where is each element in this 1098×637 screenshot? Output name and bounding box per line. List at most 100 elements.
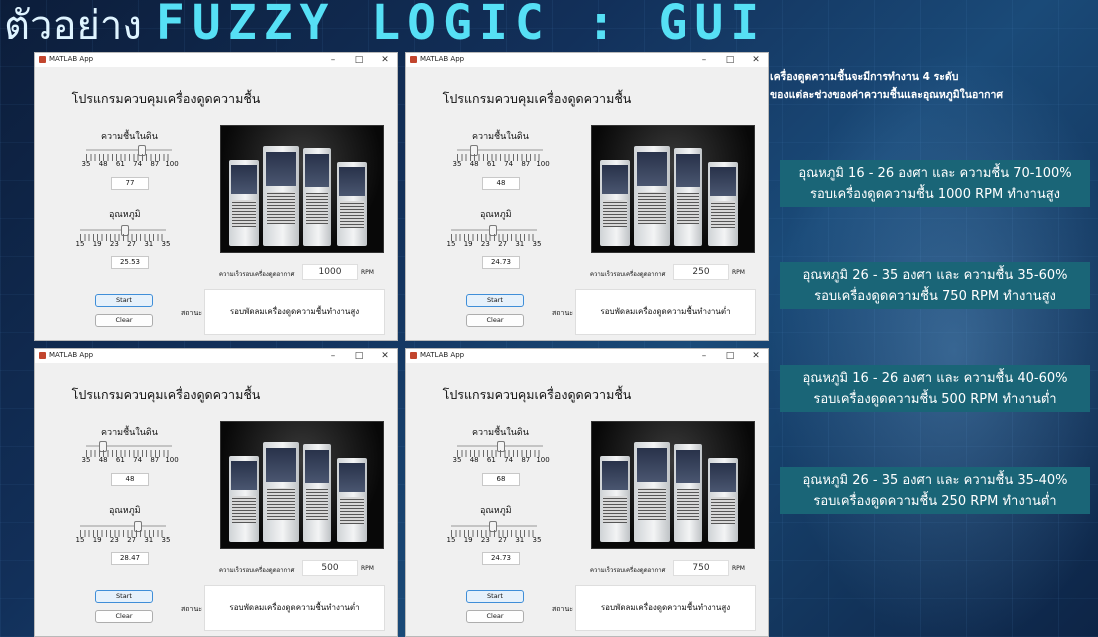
- temperature-value-field[interactable]: 28.47: [111, 552, 149, 565]
- temp-tick-label: 27: [498, 536, 508, 544]
- fan-speed-unit: RPM: [732, 269, 745, 276]
- dehumidifier-unit: [634, 146, 670, 246]
- slider-tick-labels: 35 48 61 74 87 100: [81, 456, 179, 465]
- humidity-tick-label: 61: [486, 456, 496, 464]
- maximize-icon[interactable]: □: [718, 53, 742, 67]
- minimize-icon[interactable]: –: [692, 53, 716, 67]
- temp-tick-label: 35: [532, 240, 542, 248]
- dehumidifier-unit: [263, 442, 299, 542]
- humidity-label: ความชื้นในดิน: [101, 428, 158, 438]
- humidity-slider[interactable]: 35 48 61 74 87 100: [82, 145, 179, 169]
- temp-tick-label: 23: [480, 536, 490, 544]
- maximize-icon[interactable]: □: [347, 53, 371, 67]
- close-icon[interactable]: ✕: [744, 53, 768, 67]
- clear-button[interactable]: Clear: [95, 610, 153, 623]
- temp-tick-label: 19: [92, 240, 102, 248]
- dehumidifier-unit: [600, 456, 630, 542]
- humidity-slider[interactable]: 35 48 61 74 87 100: [81, 441, 179, 465]
- humidity-slider[interactable]: 35 48 61 74 87 100: [452, 441, 550, 465]
- dehumidifier-unit: [229, 160, 259, 246]
- matlab-icon: [39, 56, 46, 63]
- rule-result: รอบเครื่องดูดความชื้น 250 RPM ทำงานต่ำ: [813, 493, 1057, 509]
- dehumidifier-unit: [263, 146, 299, 246]
- close-icon[interactable]: ✕: [744, 349, 768, 363]
- temp-tick-label: 23: [109, 240, 119, 248]
- fan-speed-label: ความเร็วรอบเครื่องดูดอากาศ: [219, 567, 295, 574]
- temperature-slider[interactable]: 15 19 23 27 31 35: [75, 521, 170, 545]
- temp-tick-label: 31: [515, 536, 525, 544]
- temp-tick-label: 15: [446, 536, 456, 544]
- humidity-tick-label: 35: [81, 456, 91, 464]
- humidity-label: ความชื้นในดิน: [472, 132, 529, 142]
- humidity-slider[interactable]: 35 48 61 74 87 100: [453, 145, 550, 169]
- app-body: โปรแกรมควบคุมเครื่องดูดความชื้น ความชื้น…: [406, 363, 768, 636]
- clear-button[interactable]: Clear: [466, 314, 524, 327]
- clear-button[interactable]: Clear: [95, 314, 153, 327]
- start-button[interactable]: Start: [466, 294, 524, 307]
- fan-speed-field[interactable]: 1000: [302, 264, 358, 280]
- minimize-icon[interactable]: –: [321, 349, 345, 363]
- start-button[interactable]: Start: [95, 294, 153, 307]
- humidity-tick-label: 100: [165, 456, 179, 464]
- status-label: สถานะ: [181, 605, 202, 613]
- fan-speed-field[interactable]: 500: [302, 560, 358, 576]
- status-label: สถานะ: [181, 309, 202, 317]
- clear-button[interactable]: Clear: [466, 610, 524, 623]
- temperature-value-field[interactable]: 24.73: [482, 256, 520, 269]
- humidity-value-field[interactable]: 77: [111, 177, 149, 190]
- temperature-value-field[interactable]: 25.53: [111, 256, 149, 269]
- humidity-tick-label: 74: [133, 456, 143, 464]
- dehumidifier-unit: [303, 148, 331, 246]
- humidity-tick-label: 35: [452, 456, 462, 464]
- status-display: รอบพัดลมเครื่องดูดความชื้นทำงานต่ำ: [204, 585, 385, 631]
- matlab-app-window: MATLAB App – □ ✕ โปรแกรมควบคุมเครื่องดูด…: [405, 52, 769, 341]
- temp-tick-label: 15: [75, 536, 85, 544]
- minimize-icon[interactable]: –: [692, 349, 716, 363]
- close-icon[interactable]: ✕: [373, 53, 397, 67]
- temperature-value-field[interactable]: 24.73: [482, 552, 520, 565]
- dehumidifier-unit: [708, 458, 738, 542]
- fan-speed-field[interactable]: 750: [673, 560, 729, 576]
- close-icon[interactable]: ✕: [373, 349, 397, 363]
- status-display: รอบพัดลมเครื่องดูดความชื้นทำงานสูง: [204, 289, 385, 335]
- app-body: โปรแกรมควบคุมเครื่องดูดความชื้น ความชื้น…: [35, 67, 397, 340]
- slider-track[interactable]: [86, 149, 172, 151]
- start-button[interactable]: Start: [95, 590, 153, 603]
- dehumidifier-unit: [600, 160, 630, 246]
- temperature-slider[interactable]: 15 19 23 27 31 35: [75, 225, 170, 249]
- window-titlebar[interactable]: MATLAB App – □ ✕: [35, 349, 397, 363]
- fan-speed-field[interactable]: 250: [673, 264, 729, 280]
- temperature-slider[interactable]: 15 19 23 27 31 35: [446, 521, 542, 545]
- maximize-icon[interactable]: □: [718, 349, 742, 363]
- humidity-label: ความชื้นในดิน: [472, 428, 529, 438]
- temp-tick-label: 19: [92, 536, 102, 544]
- humidity-tick-label: 100: [165, 160, 179, 168]
- humidity-value-field[interactable]: 68: [482, 473, 520, 486]
- window-titlebar[interactable]: MATLAB App – □ ✕: [406, 349, 768, 363]
- temp-tick-label: 31: [515, 240, 525, 248]
- humidity-value-field[interactable]: 48: [111, 473, 149, 486]
- slider-track[interactable]: [80, 525, 166, 527]
- dehumidifier-image: [220, 421, 384, 549]
- window-title: MATLAB App: [49, 351, 94, 359]
- minimize-icon[interactable]: –: [321, 53, 345, 67]
- humidity-tick-label: 100: [536, 160, 550, 168]
- temp-tick-label: 35: [532, 536, 542, 544]
- rule-box-4: อุณหภูมิ 26 - 35 องศา และ ความชื้น 35-40…: [780, 467, 1090, 514]
- humidity-value-field[interactable]: 48: [482, 177, 520, 190]
- rule-result: รอบเครื่องดูดความชื้น 750 RPM ทำงานสูง: [814, 288, 1056, 304]
- temperature-slider[interactable]: 15 19 23 27 31 35: [447, 225, 542, 249]
- humidity-tick-label: 87: [521, 160, 531, 168]
- slider-tick-labels: 15 19 23 27 31 35: [447, 240, 542, 249]
- dehumidifier-unit: [337, 458, 367, 542]
- dehumidifier-unit: [674, 444, 702, 542]
- matlab-app-window: MATLAB App – □ ✕ โปรแกรมควบคุมเครื่องดูด…: [405, 348, 769, 637]
- window-titlebar[interactable]: MATLAB App – □ ✕: [406, 53, 768, 67]
- maximize-icon[interactable]: □: [347, 349, 371, 363]
- fan-speed-label: ความเร็วรอบเครื่องดูดอากาศ: [219, 271, 295, 278]
- humidity-label: ความชื้นในดิน: [101, 132, 158, 142]
- temp-tick-label: 15: [75, 240, 85, 248]
- window-titlebar[interactable]: MATLAB App – □ ✕: [35, 53, 397, 67]
- matlab-icon: [39, 352, 46, 359]
- start-button[interactable]: Start: [466, 590, 524, 603]
